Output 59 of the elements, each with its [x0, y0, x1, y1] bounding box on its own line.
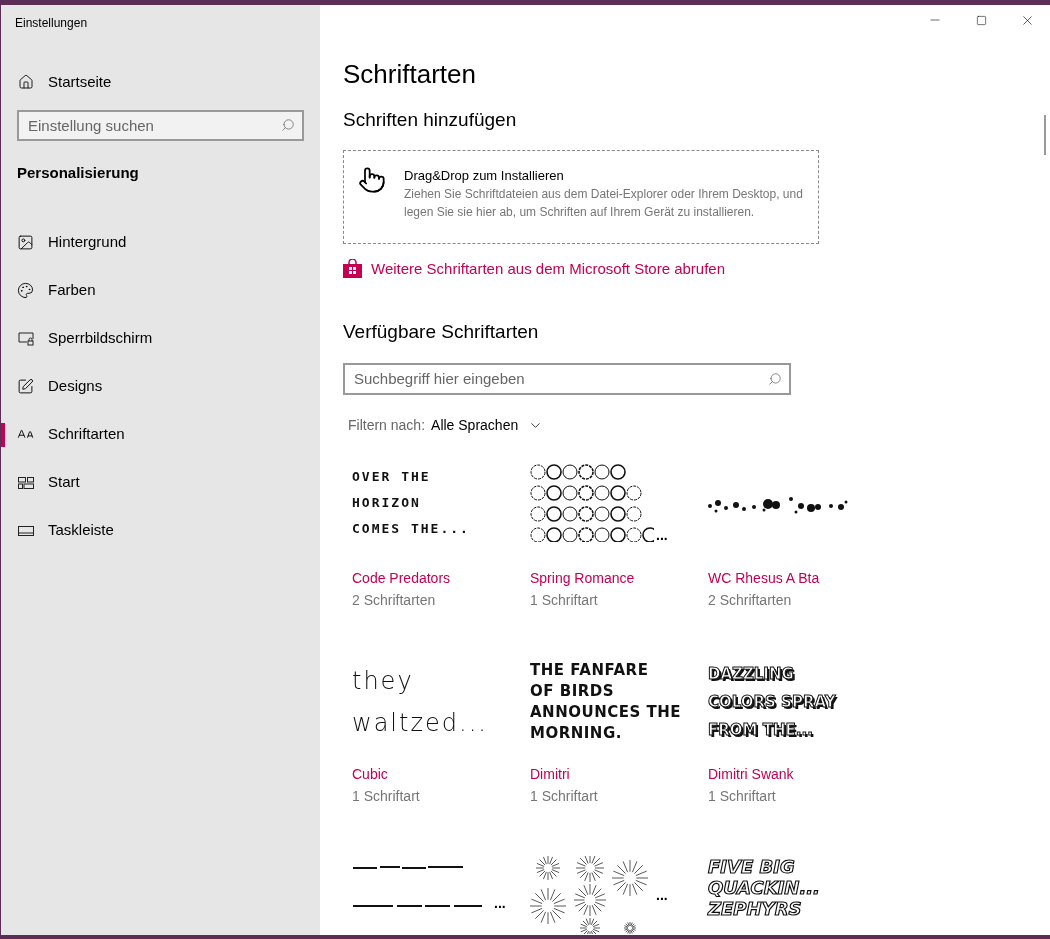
section-heading: Personalisierung	[17, 163, 140, 183]
font-preview-text: THE FANFARE	[530, 659, 650, 681]
font-preview-text: HORIZON	[352, 493, 422, 512]
home-icon	[18, 74, 34, 90]
maximize-icon	[975, 14, 987, 26]
drop-zone-title: Drag&Drop zum Installieren	[404, 166, 565, 185]
font-card[interactable]: WC Rhesus A Bta 2 Schriftarten	[708, 453, 886, 650]
font-card[interactable]: THE FANFARE OF BIRDS ANNOUNCES THE MORNING. Dimitri 1 Schriftart	[530, 649, 708, 846]
font-card[interactable]: ... Spring Romance 1 Schriftart	[530, 453, 708, 650]
nav-item[interactable]: Hintergrund	[1, 230, 320, 255]
section-heading: Schriften hinzufügen	[343, 108, 518, 132]
font-card[interactable]: DAZZLING COLORS SPRAY FROM THE... Dimitri Swank 1 Schriftart	[708, 649, 886, 846]
ellipsis-text: ...	[656, 887, 668, 902]
font-card[interactable]: ...	[352, 845, 530, 935]
font-preview-text: waltzed...	[352, 707, 488, 739]
search-field[interactable]: Einstellung suchen	[17, 110, 304, 141]
font-preview-text: FROM THE...	[708, 719, 815, 741]
font-preview-text: QUACKIN...	[708, 876, 820, 898]
nav-item[interactable]: Sperrbildschirm	[1, 326, 320, 351]
font-preview-text: ANNOUNCES THE	[530, 701, 681, 723]
taskbar-icon	[17, 525, 34, 536]
store-link[interactable]: Weitere Schriftarten aus dem Microsoft Store abrufen	[343, 257, 1050, 280]
page-title: Schriftarten	[343, 58, 477, 90]
font-preview-text: they	[352, 665, 415, 697]
font-card[interactable]: ...	[530, 845, 708, 935]
search-icon	[281, 118, 295, 132]
font-card[interactable]: OVER THE HORIZON COMES THE... Code Predators 2 Schriftarten	[352, 453, 530, 650]
font-preview-text: DAZZLING	[708, 663, 796, 685]
nav-item[interactable]: Farben	[1, 278, 320, 303]
font-preview-text: COLORS SPRAY	[708, 691, 836, 713]
font-search-field[interactable]: Suchbegriff hier eingeben	[343, 362, 791, 395]
drop-zone-description: Ziehen Sie Schriftdateien aus dem Datei-Explorer oder Ihrem Desktop, und legen Sie sie hier ab, um Schriften auf Ihrem Gerät zu installieren.	[404, 186, 804, 221]
pen-icon	[17, 378, 34, 395]
font-card[interactable]: FIVE BIG QUACKIN... ZEPHYRS	[708, 845, 886, 935]
picture-icon	[17, 234, 34, 251]
font-preview-text: COMES THE...	[352, 519, 470, 538]
ellipsis-text: ...	[494, 895, 506, 910]
section-heading: Verfügbare Schriftarten	[343, 320, 540, 344]
lock-screen-icon	[17, 331, 34, 346]
palette-icon	[17, 282, 34, 299]
hand-pointer-icon	[358, 165, 386, 194]
window-title: Einstellungen	[15, 15, 89, 32]
font-preview-text: MORNING.	[530, 722, 623, 744]
font-preview-text: OVER THE	[352, 467, 432, 486]
tiles-icon	[17, 476, 34, 489]
ellipsis-text: ...	[656, 527, 668, 542]
home-nav-item[interactable]: Startseite	[18, 70, 320, 94]
font-card[interactable]: they waltzed... Cubic 1 Schriftart	[352, 649, 530, 846]
nav-item[interactable]: Designs	[1, 374, 320, 399]
language-filter-dropdown[interactable]: Filtern nach: Alle Sprachen	[348, 414, 544, 436]
nav-item[interactable]: Start	[1, 470, 320, 495]
store-bag-icon	[343, 259, 362, 279]
nav-item[interactable]: Taskleiste	[1, 518, 320, 543]
font-preview-text: FIVE BIG	[708, 855, 796, 877]
font-preview-text: OF BIRDS	[530, 680, 616, 702]
search-icon	[768, 371, 782, 386]
drop-zone[interactable]: Drag&Drop zum Installieren Ziehen Sie Schriftdateien aus dem Datei-Explorer oder Ihrem Desktop, und legen Sie sie hier ab, um Schriften auf Ihrem Gerät zu installieren.	[343, 149, 819, 244]
font-preview-text: ZEPHYRS	[708, 897, 803, 919]
nav-item[interactable]: Schriftarten	[1, 422, 320, 447]
